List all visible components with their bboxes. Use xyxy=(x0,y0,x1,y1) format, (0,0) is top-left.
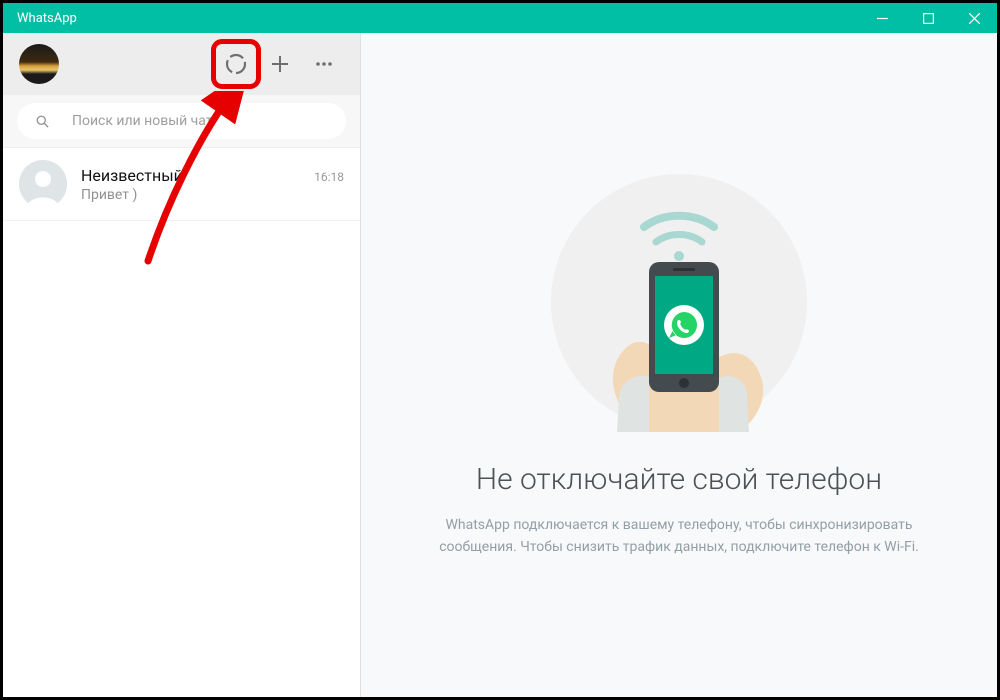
status-button[interactable] xyxy=(216,44,256,84)
chat-item[interactable]: Неизвестный 16:18 Привет ) xyxy=(3,148,360,221)
sidebar-header xyxy=(3,33,360,95)
person-icon xyxy=(19,160,67,208)
sidebar: Неизвестный 16:18 Привет ) xyxy=(3,33,361,697)
empty-state: Не отключайте свой телефон WhatsApp подк… xyxy=(361,33,997,697)
empty-title: Не отключайте свой телефон xyxy=(476,462,882,497)
window-controls xyxy=(859,3,997,33)
maximize-button[interactable] xyxy=(905,3,951,33)
search-icon xyxy=(35,114,50,129)
chat-preview: Привет ) xyxy=(81,187,344,203)
close-button[interactable] xyxy=(951,3,997,33)
menu-button[interactable] xyxy=(304,44,344,84)
status-icon xyxy=(224,52,248,76)
chat-name: Неизвестный xyxy=(81,166,183,185)
search-box[interactable] xyxy=(17,103,346,139)
plus-icon xyxy=(268,52,292,76)
chat-time: 16:18 xyxy=(314,170,344,184)
minimize-button[interactable] xyxy=(859,3,905,33)
empty-subtitle: WhatsApp подключается к вашему телефону,… xyxy=(439,515,919,558)
chat-list: Неизвестный 16:18 Привет ) xyxy=(3,148,360,697)
profile-avatar[interactable] xyxy=(19,44,59,84)
search-input[interactable] xyxy=(72,113,328,129)
search-container xyxy=(3,95,360,148)
titlebar: WhatsApp xyxy=(3,3,997,33)
avatar-image xyxy=(19,44,59,84)
contact-avatar xyxy=(19,160,67,208)
more-icon xyxy=(312,52,336,76)
new-chat-button[interactable] xyxy=(260,44,300,84)
empty-illustration xyxy=(549,172,809,432)
window-title: WhatsApp xyxy=(17,11,77,26)
